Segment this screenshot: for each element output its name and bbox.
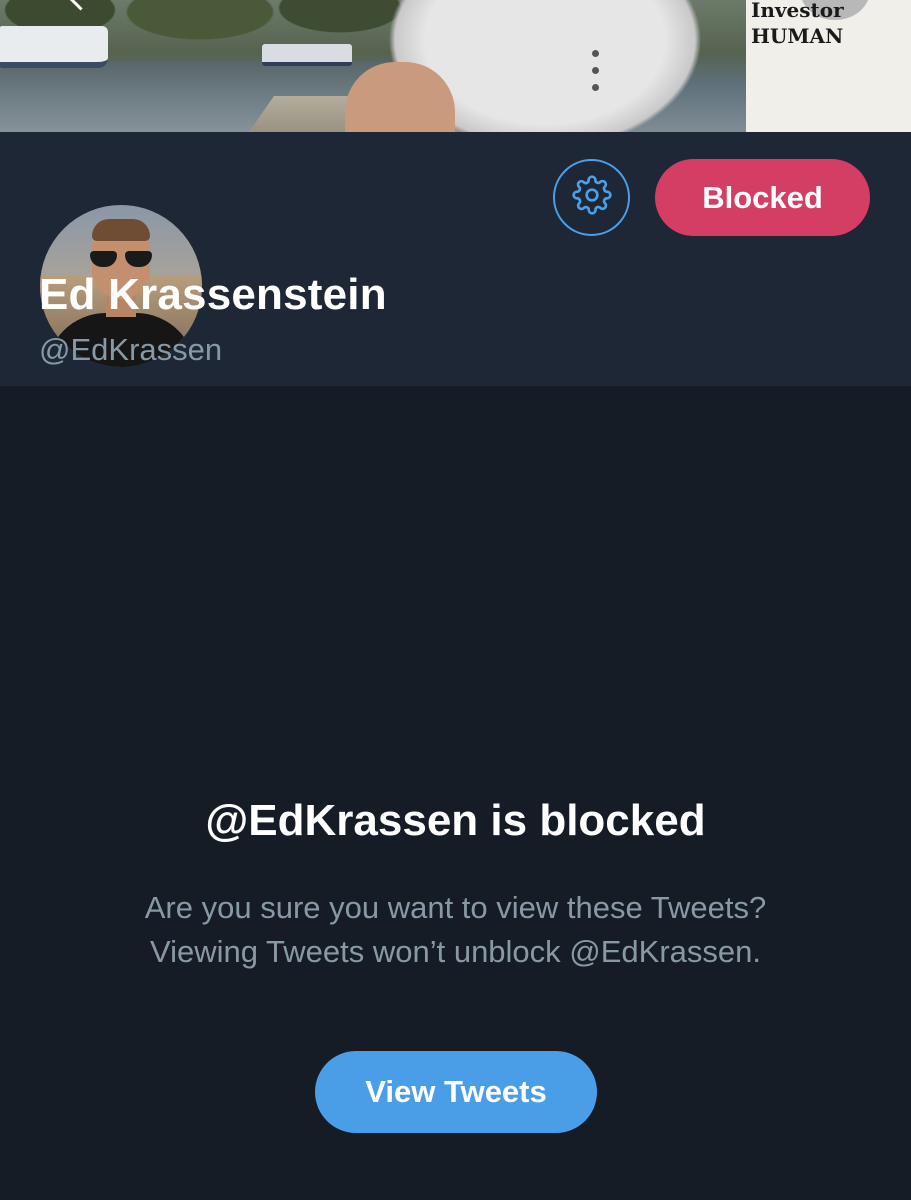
settings-button[interactable]: [553, 159, 630, 236]
user-handle: @EdKrassen: [39, 332, 223, 367]
sunglasses: [90, 251, 152, 267]
blocked-notice-title: @EdKrassen is blocked: [205, 796, 706, 845]
profile-header: Blocked Ed Krassenstein @EdKrassen: [0, 132, 911, 386]
banner-boat-small: [262, 44, 352, 66]
blocked-button[interactable]: Blocked: [655, 159, 870, 236]
banner-shirt-buttons: [592, 50, 600, 100]
banner-poster-text: Investor HUMAN: [751, 0, 844, 48]
gear-icon: [571, 175, 612, 220]
view-tweets-button[interactable]: View Tweets: [315, 1051, 597, 1133]
blocked-notice-body: Are you sure you want to view these Twee…: [144, 890, 767, 969]
banner-boat: [0, 26, 108, 68]
profile-banner[interactable]: Investor HUMAN: [0, 0, 911, 132]
display-name: Ed Krassenstein: [39, 270, 387, 319]
